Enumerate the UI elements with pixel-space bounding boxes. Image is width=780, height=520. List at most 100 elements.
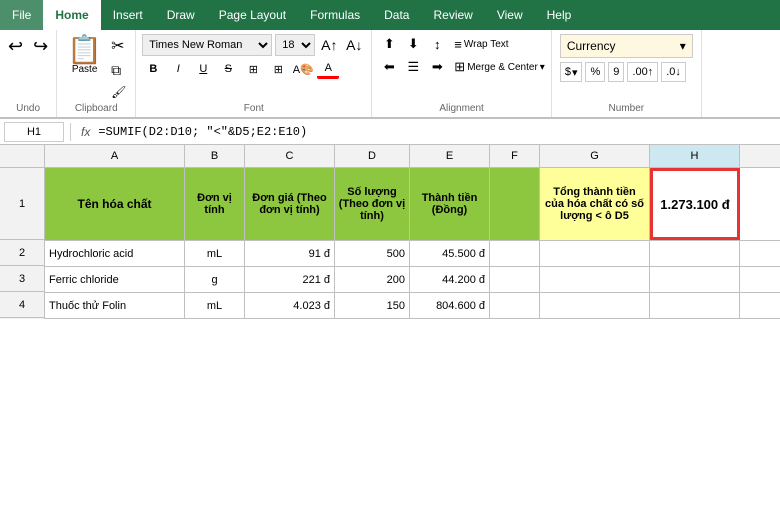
align-center-button[interactable]: ☰: [402, 57, 424, 77]
strikethrough-button[interactable]: S: [217, 59, 239, 79]
paste-button[interactable]: 📋 Paste: [63, 34, 106, 77]
data-cell[interactable]: 4.023 đ: [245, 293, 335, 319]
undo-label: Undo: [16, 103, 40, 114]
undo-button[interactable]: ↩: [4, 34, 27, 59]
col-header-C[interactable]: C: [245, 145, 335, 167]
tab-help[interactable]: Help: [535, 0, 584, 30]
increase-font-button[interactable]: A↑: [318, 35, 340, 55]
row-header-2[interactable]: 2: [0, 240, 44, 266]
data-cell[interactable]: g: [185, 267, 245, 293]
data-cell[interactable]: Tổng thành tiền của hóa chất có số lượng…: [540, 168, 650, 240]
align-bottom-button[interactable]: ↕: [426, 34, 448, 54]
data-cell[interactable]: mL: [185, 293, 245, 319]
table-row: Tên hóa chất Đơn vị tính Đơn giá (Theo đ…: [45, 168, 780, 241]
redo-button[interactable]: ↪: [29, 34, 52, 59]
format-painter-button[interactable]: 🖌: [108, 83, 129, 101]
wrap-text-button[interactable]: ≡ Wrap Text: [454, 34, 508, 54]
data-cell[interactable]: 91 đ: [245, 241, 335, 267]
col-header-E[interactable]: E: [410, 145, 490, 167]
data-cell[interactable]: Đơn giá (Theo đơn vị tính): [245, 168, 335, 240]
col-header-F[interactable]: F: [490, 145, 540, 167]
cut-button[interactable]: ✂: [108, 34, 129, 58]
data-cell[interactable]: 221 đ: [245, 267, 335, 293]
tab-draw[interactable]: Draw: [155, 0, 207, 30]
formula-divider: [70, 123, 71, 141]
increase-decimal-button[interactable]: .00↑: [627, 62, 658, 82]
tab-file[interactable]: File: [0, 0, 43, 30]
font-group: Times New Roman 18 A↑ A↓ B I U S ⊞ ⊞ A🎨 …: [136, 30, 372, 117]
row-header-1[interactable]: 1: [0, 168, 44, 240]
col-header-D[interactable]: D: [335, 145, 410, 167]
data-cell[interactable]: 500: [335, 241, 410, 267]
data-cell[interactable]: 150: [335, 293, 410, 319]
align-top-button[interactable]: ⬆: [378, 34, 400, 54]
border-button[interactable]: ⊞: [267, 59, 289, 79]
data-cell[interactable]: Tên hóa chất: [45, 168, 185, 240]
data-cell[interactable]: [540, 293, 650, 319]
data-cell[interactable]: [490, 168, 540, 240]
tab-formulas[interactable]: Formulas: [298, 0, 372, 30]
data-cell[interactable]: 804.600 đ: [410, 293, 490, 319]
cell-reference-input[interactable]: [4, 122, 64, 142]
data-cell[interactable]: [540, 267, 650, 293]
data-cell[interactable]: 44.200 đ: [410, 267, 490, 293]
font-color-button[interactable]: A: [317, 59, 339, 79]
table-row: Thuốc thử Folin mL 4.023 đ 150 804.600 đ: [45, 293, 780, 319]
decrease-decimal-button[interactable]: .0↓: [661, 62, 686, 82]
tab-view[interactable]: View: [485, 0, 535, 30]
col-header-G[interactable]: G: [540, 145, 650, 167]
data-cell[interactable]: [650, 241, 740, 267]
font-size-select[interactable]: 18: [275, 34, 315, 56]
comma-style-button[interactable]: 9: [608, 62, 624, 82]
ribbon-tabs: File Home Insert Draw Page Layout Formul…: [0, 0, 780, 30]
data-cell[interactable]: [490, 293, 540, 319]
row-header-3[interactable]: 3: [0, 266, 44, 292]
font-name-select[interactable]: Times New Roman: [142, 34, 272, 56]
data-cell[interactable]: [490, 241, 540, 267]
tab-review[interactable]: Review: [421, 0, 484, 30]
data-cell[interactable]: mL: [185, 241, 245, 267]
col-header-A[interactable]: A: [45, 145, 185, 167]
bold-button[interactable]: B: [142, 59, 164, 79]
tab-insert[interactable]: Insert: [101, 0, 155, 30]
decrease-indent-button[interactable]: ⊞: [242, 59, 264, 79]
h1-value-cell[interactable]: 1.273.100 đ: [650, 168, 740, 240]
copy-button[interactable]: ⧉: [108, 60, 129, 81]
align-middle-button[interactable]: ⬇: [402, 34, 424, 54]
align-right-button[interactable]: ➡: [426, 57, 448, 77]
corner-cell: [0, 145, 45, 167]
data-cell[interactable]: Số lượng (Theo đơn vị tính): [335, 168, 410, 240]
align-left-button[interactable]: ⬅: [378, 57, 400, 77]
grid: Tên hóa chất Đơn vị tính Đơn giá (Theo đ…: [45, 168, 780, 319]
dollar-sign-button[interactable]: $▾: [560, 62, 583, 82]
data-cell[interactable]: [490, 267, 540, 293]
data-cell[interactable]: Thành tiền (Đồng): [410, 168, 490, 240]
data-cell[interactable]: Thuốc thử Folin: [45, 293, 185, 319]
tab-home[interactable]: Home: [43, 0, 100, 30]
fill-color-button[interactable]: A🎨: [292, 59, 314, 79]
clipboard-label: Clipboard: [75, 103, 118, 114]
col-header-B[interactable]: B: [185, 145, 245, 167]
data-cell[interactable]: Hydrochloric acid: [45, 241, 185, 267]
data-cell[interactable]: 45.500 đ: [410, 241, 490, 267]
data-cell[interactable]: Ferric chloride: [45, 267, 185, 293]
decrease-font-button[interactable]: A↓: [343, 35, 365, 55]
number-format-dropdown[interactable]: Currency ▾: [560, 34, 693, 58]
merge-center-button[interactable]: ⊞ Merge & Center ▾: [454, 59, 545, 75]
data-cell[interactable]: [650, 293, 740, 319]
tab-page-layout[interactable]: Page Layout: [207, 0, 298, 30]
tab-data[interactable]: Data: [372, 0, 421, 30]
number-group: Currency ▾ $▾ % 9 .00↑ .0↓ Number: [552, 30, 702, 117]
underline-button[interactable]: U: [192, 59, 214, 79]
formula-input[interactable]: [98, 125, 776, 139]
data-cell[interactable]: [650, 267, 740, 293]
data-cell[interactable]: [540, 241, 650, 267]
undo-group: ↩ ↪ Undo: [0, 30, 57, 117]
col-header-H[interactable]: H: [650, 145, 740, 167]
spreadsheet: A B C D E F G H 1 2 3 4 Tên hóa chất: [0, 145, 780, 520]
percent-button[interactable]: %: [585, 62, 605, 82]
data-cell[interactable]: 200: [335, 267, 410, 293]
italic-button[interactable]: I: [167, 59, 189, 79]
row-header-4[interactable]: 4: [0, 292, 44, 318]
data-cell[interactable]: Đơn vị tính: [185, 168, 245, 240]
